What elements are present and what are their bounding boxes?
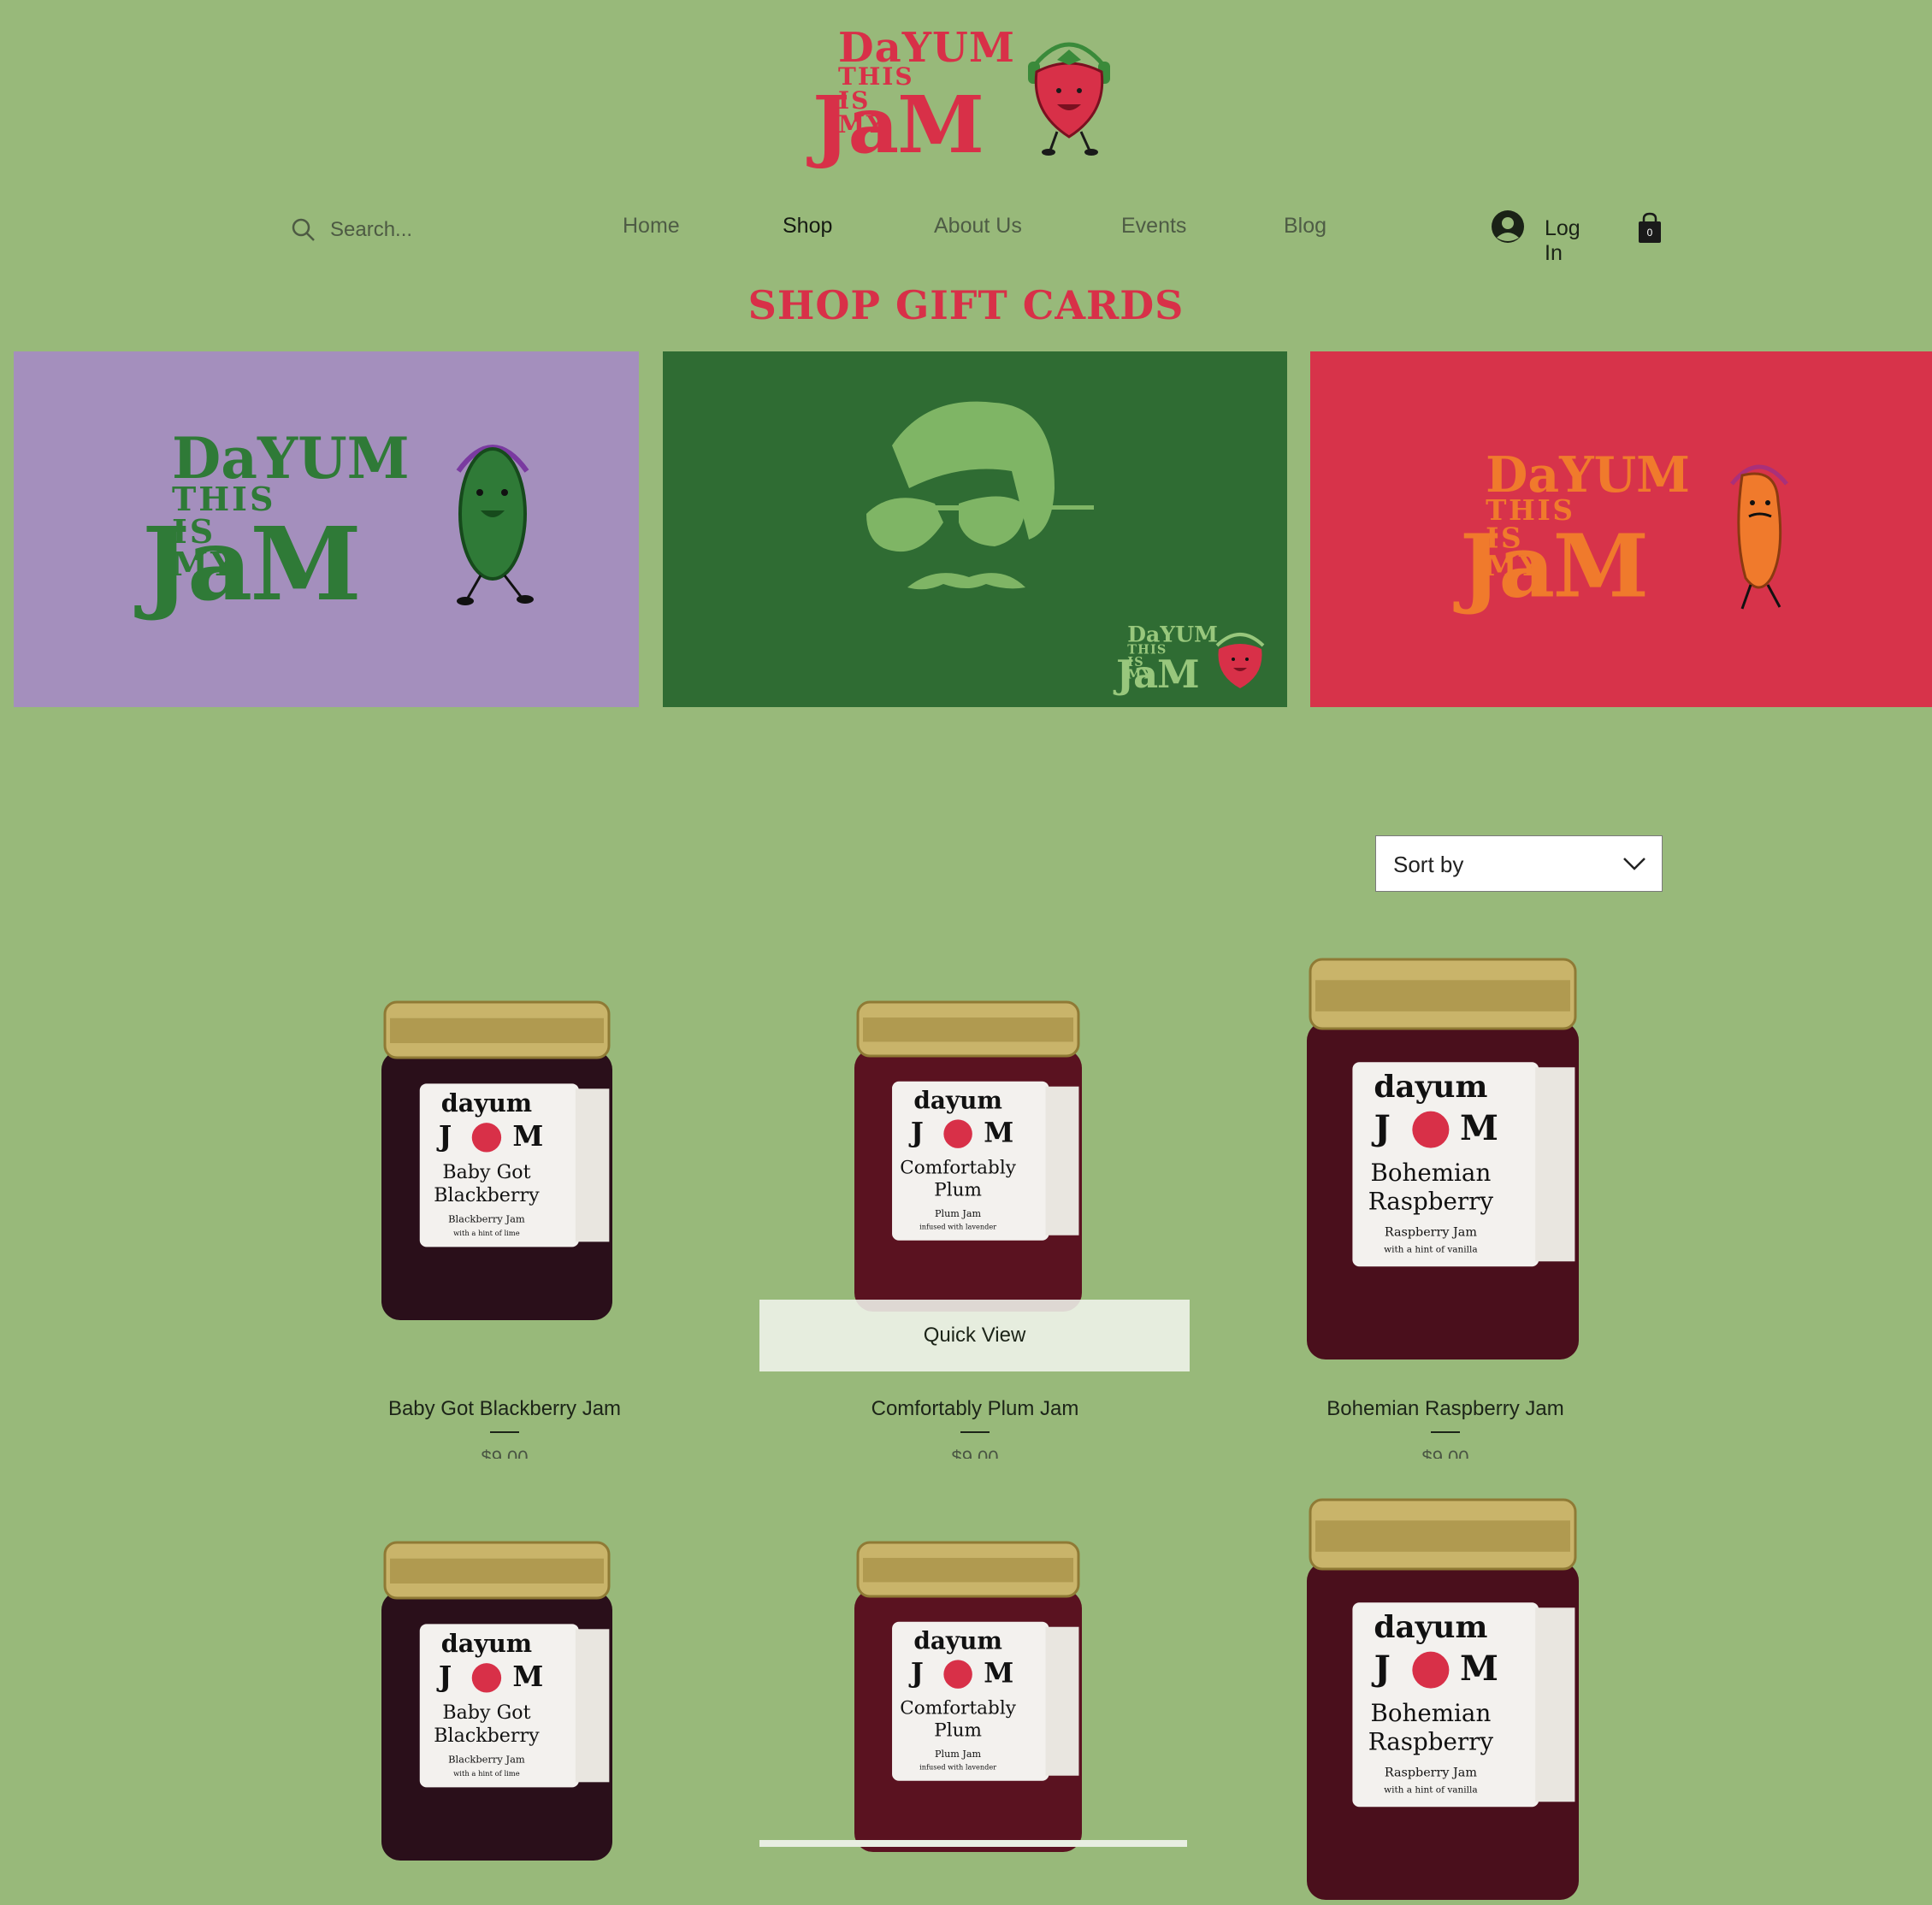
login-label: Log In (1545, 216, 1580, 265)
svg-text:Baby Got: Baby Got (442, 1161, 530, 1183)
svg-text:dayum: dayum (441, 1088, 532, 1118)
nav-events[interactable]: Events (1121, 214, 1186, 239)
product-price: $9.00 (481, 1447, 529, 1459)
nav-home[interactable]: Home (623, 214, 680, 239)
gift-card-pickle[interactable]: DaYUM THIS IS MY JaM (14, 351, 639, 707)
user-avatar-icon (1492, 210, 1524, 243)
product-divider (960, 1431, 990, 1433)
pickle-mascot-icon (456, 445, 534, 605)
svg-text:Bohemian: Bohemian (1370, 1159, 1491, 1187)
wordmark-line-3: JaM (1116, 652, 1200, 697)
svg-text:Plum Jam: Plum Jam (935, 1749, 982, 1760)
svg-text:J: J (908, 1117, 924, 1148)
svg-text:J: J (436, 1120, 452, 1153)
strawberry-mascot-icon (1028, 42, 1110, 156)
jam-jar-image[interactable]: dayum J M Baby Got Blackberry Blackberry… (376, 999, 617, 1325)
svg-text:M: M (512, 1660, 543, 1693)
product-price-clip: $9.00 (889, 1447, 1061, 1459)
gift-cards-heading: SHOP GIFT CARDS (747, 282, 1185, 328)
svg-text:M: M (1460, 1648, 1498, 1689)
jam-jar-image[interactable]: dayum J M Bohemian Raspberry Raspberry J… (1302, 1496, 1584, 1905)
mustache-face-icon (866, 401, 1094, 590)
jam-jar-image[interactable]: dayum J M Baby Got Blackberry Blackberry… (376, 1539, 617, 1866)
svg-text:Blackberry Jam: Blackberry Jam (448, 1754, 525, 1766)
product-price: $9.00 (1421, 1447, 1469, 1459)
product-price-clip: $9.00 (1360, 1447, 1531, 1459)
wordmark-line-3: JaM (142, 504, 362, 623)
svg-text:Blackberry: Blackberry (434, 1184, 540, 1206)
search-icon (292, 218, 315, 241)
sort-dropdown[interactable]: Sort by (1375, 835, 1663, 892)
chevron-down-icon (1623, 858, 1645, 870)
gift-card-pepper[interactable]: DaYUM THIS IS MY JaM (1310, 351, 1932, 707)
svg-text:Plum Jam: Plum Jam (935, 1208, 982, 1219)
product-name[interactable]: Baby Got Blackberry Jam (291, 1397, 718, 1421)
sort-label: Sort by (1393, 852, 1464, 877)
svg-text:with a hint of lime: with a hint of lime (453, 1769, 520, 1778)
svg-text:M: M (1460, 1107, 1498, 1148)
wordmark-line-1: DaYUM (1486, 445, 1690, 504)
cart-count: 0 (1646, 227, 1653, 239)
logo-line-3: JaM (812, 79, 984, 171)
svg-text:infused with lavender: infused with lavender (919, 1763, 996, 1772)
cart-button[interactable]: 0 (1636, 212, 1663, 245)
svg-text:Plum: Plum (934, 1720, 982, 1742)
jam-jar-image[interactable]: dayum J M Comfortably Plum Plum Jam infu… (849, 999, 1087, 1317)
nav-shop[interactable]: Shop (783, 214, 832, 239)
svg-text:dayum: dayum (1374, 1609, 1487, 1645)
quick-view-overlay-partial (759, 1840, 1187, 1847)
svg-text:J: J (436, 1660, 452, 1693)
site-logo[interactable]: DaYUM THIS IS MY JaM (812, 24, 1129, 164)
svg-text:J: J (908, 1657, 924, 1689)
quick-view-button[interactable]: Quick View (759, 1300, 1190, 1371)
product-price-clip: $9.00 (419, 1447, 590, 1459)
product-name[interactable]: Bohemian Raspberry Jam (1232, 1397, 1659, 1421)
svg-text:dayum: dayum (913, 1626, 1002, 1654)
svg-text:with a hint of vanilla: with a hint of vanilla (1384, 1245, 1478, 1255)
svg-text:Blackberry Jam: Blackberry Jam (448, 1213, 525, 1225)
svg-text:dayum: dayum (441, 1629, 532, 1658)
search-bar[interactable]: Search... (291, 212, 513, 246)
gift-card-face[interactable]: DaYUM THIS IS MY JaM (663, 351, 1287, 707)
svg-text:dayum: dayum (1374, 1069, 1487, 1105)
svg-text:Blackberry: Blackberry (434, 1725, 540, 1747)
svg-text:Baby Got: Baby Got (442, 1702, 530, 1724)
pepper-mascot-icon (1730, 464, 1788, 610)
search-input[interactable]: Search... (330, 218, 412, 242)
svg-text:infused with lavender: infused with lavender (919, 1223, 996, 1231)
svg-text:Plum: Plum (934, 1180, 982, 1201)
quick-view-label: Quick View (923, 1324, 1026, 1347)
login-button[interactable]: Log In (1492, 209, 1603, 265)
svg-text:Raspberry Jam: Raspberry Jam (1385, 1766, 1477, 1779)
svg-text:Bohemian: Bohemian (1370, 1699, 1491, 1727)
wordmark-line-1: DaYUM (172, 425, 410, 492)
product-name[interactable]: Comfortably Plum Jam (761, 1397, 1189, 1421)
product-divider (1431, 1431, 1460, 1433)
svg-text:M: M (984, 1117, 1013, 1148)
svg-text:Raspberry Jam: Raspberry Jam (1385, 1225, 1477, 1239)
svg-text:with a hint of vanilla: with a hint of vanilla (1384, 1785, 1478, 1796)
svg-text:J: J (1372, 1107, 1391, 1148)
svg-text:M: M (984, 1657, 1013, 1689)
nav-blog[interactable]: Blog (1284, 214, 1326, 239)
svg-text:Comfortably: Comfortably (900, 1158, 1016, 1179)
svg-text:J: J (1372, 1648, 1391, 1689)
product-divider (490, 1431, 519, 1433)
svg-text:with a hint of lime: with a hint of lime (453, 1229, 520, 1237)
product-price: $9.00 (951, 1447, 999, 1459)
svg-text:Raspberry: Raspberry (1368, 1187, 1494, 1215)
nav-about-us[interactable]: About Us (934, 214, 1022, 239)
svg-text:Raspberry: Raspberry (1368, 1727, 1494, 1755)
wordmark-line-3: JaM (1460, 514, 1649, 617)
strawberry-mascot-icon (1215, 633, 1265, 688)
jam-jar-image[interactable]: dayum J M Comfortably Plum Plum Jam infu… (849, 1539, 1087, 1857)
svg-text:dayum: dayum (913, 1086, 1002, 1114)
svg-text:Comfortably: Comfortably (900, 1698, 1016, 1719)
svg-text:M: M (512, 1120, 543, 1153)
jam-jar-image[interactable]: dayum J M Bohemian Raspberry Raspberry J… (1302, 956, 1584, 1365)
